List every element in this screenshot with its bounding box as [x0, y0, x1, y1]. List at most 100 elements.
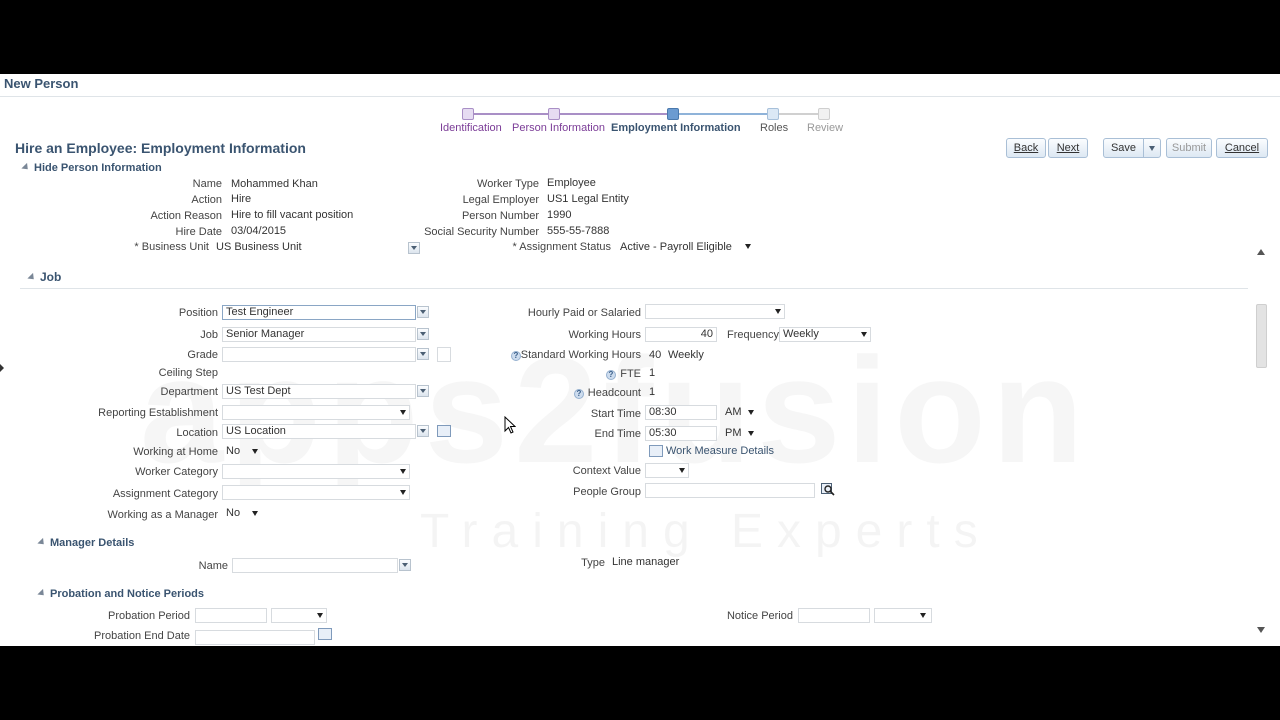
hourly-paid-select[interactable] [645, 304, 785, 319]
ceiling-step-label: Ceiling Step [158, 367, 218, 379]
scrollbar-thumb[interactable] [1256, 304, 1267, 368]
action-reason-value: Hire to fill vacant position [231, 209, 354, 221]
chevron-down-icon [400, 490, 406, 495]
next-button-label: Next [1056, 142, 1080, 154]
location-input[interactable]: US Location [222, 424, 416, 439]
hourly-paid-label: Hourly Paid or Salaried [527, 307, 641, 319]
scroll-down-arrow-icon[interactable] [1257, 627, 1265, 633]
train-stop-identification[interactable] [462, 108, 474, 120]
business-unit-dropdown-button[interactable] [408, 242, 420, 254]
train-stop-person-information[interactable] [548, 108, 560, 120]
worker-category-select[interactable] [222, 464, 410, 479]
assignment-status-label-text: Assignment Status [519, 241, 611, 253]
chevron-down-icon [679, 468, 685, 473]
calendar-icon[interactable] [318, 628, 332, 640]
ssn-value: 555-55-7888 [547, 225, 610, 237]
reporting-establishment-select[interactable] [222, 405, 410, 420]
scroll-up-arrow-icon[interactable] [1257, 249, 1265, 255]
next-button[interactable]: Next [1048, 138, 1088, 158]
job-section-header[interactable]: Job [27, 270, 62, 284]
vertical-scrollbar[interactable] [1254, 244, 1268, 636]
chevron-down-icon [1149, 146, 1155, 151]
manager-name-input[interactable] [232, 558, 398, 573]
page-title: New Person [4, 76, 79, 91]
manager-type-value: Line manager [612, 556, 680, 568]
chevron-down-icon[interactable] [745, 244, 751, 249]
standard-working-hours-value: 40 [649, 349, 662, 361]
submit-button: Submit [1166, 138, 1212, 158]
position-input[interactable]: Test Engineer [222, 305, 416, 320]
grade-label: Grade [187, 349, 218, 361]
frequency-select[interactable]: Weekly [779, 327, 871, 342]
end-time-input[interactable]: 05:30 [645, 426, 717, 441]
assignment-category-label: Assignment Category [112, 488, 218, 500]
job-input[interactable]: Senior Manager [222, 327, 416, 342]
hide-person-information-toggle[interactable]: Hide Person Information [21, 162, 162, 174]
standard-working-hours-unit: Weekly [668, 349, 704, 361]
location-details-icon[interactable] [437, 425, 451, 437]
probation-period-input[interactable] [195, 608, 267, 623]
job-dropdown-button[interactable] [417, 328, 429, 340]
panel-splitter-icon[interactable] [0, 364, 4, 372]
grade-input[interactable] [222, 347, 416, 362]
working-at-home-label: Working at Home [133, 446, 218, 458]
train-connector [672, 113, 772, 115]
location-label: Location [176, 427, 218, 439]
headcount-value: 1 [649, 386, 656, 398]
position-dropdown-button[interactable] [417, 306, 429, 318]
start-time-input[interactable]: 08:30 [645, 405, 717, 420]
working-at-home-value: No [226, 445, 241, 457]
train-label-roles[interactable]: Roles [760, 122, 788, 134]
grade-ladder-button[interactable] [437, 347, 451, 362]
help-icon[interactable]: ? [574, 389, 584, 399]
worker-category-label: Worker Category [135, 466, 218, 478]
train-label-identification[interactable]: Identification [440, 122, 502, 134]
save-button[interactable]: Save [1103, 138, 1144, 158]
help-icon[interactable]: ? [511, 351, 521, 361]
notice-period-input[interactable] [798, 608, 870, 623]
train-stop-roles[interactable] [767, 108, 779, 120]
assignment-status-value[interactable]: Active - Payroll Eligible [620, 241, 732, 253]
work-measure-details-link[interactable]: Work Measure Details [666, 445, 774, 457]
chevron-down-icon [748, 410, 754, 415]
back-button[interactable]: Back [1006, 138, 1046, 158]
working-hours-input[interactable]: 40 [645, 327, 717, 342]
people-group-input[interactable] [645, 483, 815, 498]
job-section-divider [20, 288, 1248, 289]
department-label: Department [160, 386, 218, 398]
assignment-category-select[interactable] [222, 485, 410, 500]
start-time-ampm-value: AM [725, 406, 742, 418]
title-divider [0, 96, 1280, 97]
manager-name-dropdown-button[interactable] [399, 559, 411, 571]
assignment-status-label: * Assignment Status [513, 241, 611, 253]
manager-name-label: Name [198, 560, 228, 572]
location-dropdown-button[interactable] [417, 425, 429, 437]
save-menu-button[interactable] [1143, 138, 1161, 158]
train-connector [554, 113, 672, 115]
notice-period-label: Notice Period [726, 610, 793, 622]
help-icon[interactable]: ? [606, 370, 616, 380]
fte-label: FTE [620, 368, 641, 380]
job-section-title: Job [40, 270, 62, 284]
department-dropdown-button[interactable] [417, 385, 429, 397]
grade-dropdown-button[interactable] [417, 348, 429, 360]
application-window: apps2fusion Training Experts New Person … [0, 74, 1280, 646]
end-time-label: End Time [594, 428, 641, 440]
train-label-person-information[interactable]: Person Information [512, 122, 605, 134]
manager-type-label: Type [581, 557, 605, 569]
manager-details-header[interactable]: Manager Details [37, 537, 134, 549]
context-value-label: Context Value [572, 465, 641, 477]
search-icon[interactable] [821, 482, 835, 499]
probation-section-header[interactable]: Probation and Notice Periods [37, 588, 204, 600]
train-connector [772, 113, 824, 115]
probation-end-date-input[interactable] [195, 630, 315, 645]
legal-employer-label: Legal Employer [462, 194, 539, 206]
action-value: Hire [231, 193, 252, 205]
cancel-button[interactable]: Cancel [1216, 138, 1268, 158]
hire-date-label: Hire Date [175, 226, 222, 238]
worker-type-value: Employee [547, 177, 596, 189]
chevron-down-icon [920, 613, 926, 618]
department-input[interactable]: US Test Dept [222, 384, 416, 399]
calendar-icon [649, 445, 663, 457]
train-stop-review [818, 108, 830, 120]
